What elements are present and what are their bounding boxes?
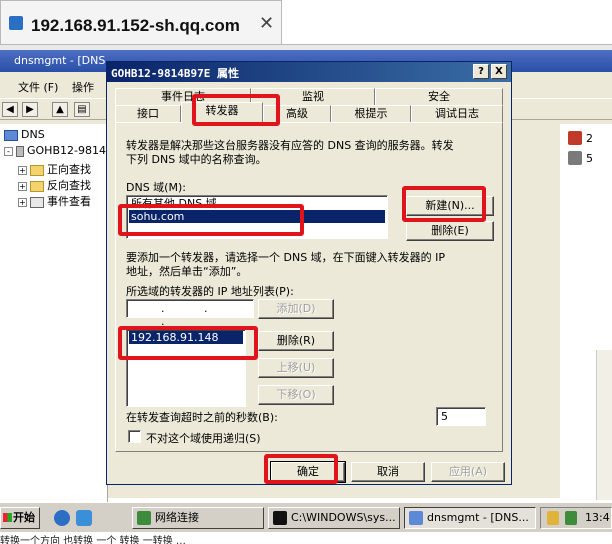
tab-interfaces[interactable]: 接口 xyxy=(115,105,181,123)
folder-icon xyxy=(30,164,44,176)
no-recursion-label: 不对这个域使用递归(S) xyxy=(146,432,261,445)
back-icon[interactable]: ◀ xyxy=(2,102,18,117)
add-forwarder-button[interactable]: 添加(D) xyxy=(258,299,334,319)
move-down-button[interactable]: 下移(O) xyxy=(258,385,334,405)
scrollbar[interactable] xyxy=(596,350,612,500)
network-icon xyxy=(137,511,151,525)
tab-root-hints[interactable]: 根提示 xyxy=(331,105,411,123)
tree-item-server[interactable]: - GOHB12-9814E xyxy=(4,144,113,157)
description-line-2: 下列 DNS 域中的名称查询。 xyxy=(126,153,267,166)
windows-logo-icon xyxy=(3,513,12,522)
dns-icon xyxy=(4,129,18,141)
cancel-button[interactable]: 取消 xyxy=(351,462,425,482)
tree-item-reverse-zones[interactable]: + 反向查找 xyxy=(18,177,91,193)
timeout-field[interactable]: 5 xyxy=(436,407,486,426)
remote-session-title: 192.168.91.152-sh.qq.com xyxy=(31,16,240,35)
tab-monitoring[interactable]: 监视 xyxy=(251,88,375,106)
hint-line-2: 地址，然后单击“添加”。 xyxy=(126,265,248,278)
console-tree: DNS - GOHB12-9814E + 正向查找 + 反向查找 + 事件查看 xyxy=(0,124,113,504)
details-item[interactable]: 2 xyxy=(560,128,612,150)
clock: 13:4 xyxy=(585,511,610,524)
quicklaunch-icon[interactable] xyxy=(76,510,92,526)
mmc-title: dnsmgmt - [DNS... xyxy=(14,54,116,67)
tab-forwarders[interactable]: 转发器 xyxy=(181,102,263,123)
menu-action[interactable]: 操作 xyxy=(72,79,94,95)
timeout-label: 在转发查询超时之前的秒数(B): xyxy=(126,411,278,424)
task-dnsmgmt[interactable]: dnsmgmt - [DNS... xyxy=(404,507,536,529)
start-button[interactable]: 开始 xyxy=(0,507,40,529)
ip-address-field[interactable]: . . . xyxy=(126,299,254,328)
task-command-prompt[interactable]: C:\WINDOWS\sys... xyxy=(268,507,400,529)
minimize-icon xyxy=(568,151,582,165)
list-item[interactable]: 192.168.91.148 xyxy=(129,331,243,344)
tab-security[interactable]: 安全 xyxy=(375,88,503,106)
taskbar: 开始 网络连接 C:\WINDOWS\sys... dnsmgmt - [DNS… xyxy=(0,502,612,532)
close-icon[interactable]: ✕ xyxy=(259,13,274,34)
tree-item-dns[interactable]: DNS xyxy=(4,128,45,141)
close-icon xyxy=(568,131,582,145)
dns-domain-label: DNS 域(M): xyxy=(126,181,186,194)
tab-advanced[interactable]: 高级 xyxy=(263,105,331,123)
task-network-connections[interactable]: 网络连接 xyxy=(132,507,264,529)
ok-button[interactable]: 确定 xyxy=(270,461,346,483)
tab-debug-logging[interactable]: 调试日志 xyxy=(411,105,503,123)
dns-domain-list[interactable]: 所有其他 DNS 域 sohu.com xyxy=(126,195,388,239)
forward-icon[interactable]: ▶ xyxy=(22,102,38,117)
new-domain-button[interactable]: 新建(N)... xyxy=(406,196,494,216)
show-tree-icon[interactable]: ▤ xyxy=(74,102,90,117)
tree-item-event-viewer[interactable]: + 事件查看 xyxy=(18,193,91,209)
move-up-button[interactable]: 上移(U) xyxy=(258,358,334,378)
remove-forwarder-button[interactable]: 删除(R) xyxy=(258,331,334,351)
details-item[interactable]: 5 xyxy=(560,148,612,170)
dialog-title: GOHB12-9814B97E 属性 xyxy=(111,67,239,80)
apply-button[interactable]: 应用(A) xyxy=(431,462,505,482)
tree-item-forward-zones[interactable]: + 正向查找 xyxy=(18,161,91,177)
network-tray-icon[interactable] xyxy=(565,511,577,525)
system-tray: 13:4 xyxy=(540,507,612,529)
close-button[interactable]: X xyxy=(491,64,507,79)
up-folder-icon[interactable]: ▲ xyxy=(52,102,68,117)
ip-list-label: 所选域的转发器的 IP 地址列表(P): xyxy=(126,285,294,298)
server-icon xyxy=(16,145,24,157)
ip-octet-separators: . . . xyxy=(161,302,226,328)
list-item[interactable]: 所有其他 DNS 域 xyxy=(129,197,219,210)
event-log-icon xyxy=(30,196,44,208)
forwarder-ip-list[interactable]: 192.168.91.148 xyxy=(126,329,246,407)
no-recursion-checkbox[interactable] xyxy=(128,430,141,443)
dns-icon xyxy=(409,511,423,525)
remote-session-tab[interactable]: 192.168.91.152-sh.qq.com ✕ xyxy=(0,0,282,44)
list-item[interactable]: sohu.com xyxy=(129,210,385,223)
ie-icon[interactable] xyxy=(54,510,70,526)
page-footer-text: 转换一个方向 也转换 一个 转换 一转换 … xyxy=(0,532,612,544)
dialog-titlebar: GOHB12-9814B97E 属性 ? X xyxy=(107,62,511,82)
forwarders-panel: 转发器是解决那些这台服务器没有应答的 DNS 查询的服务器。转发 下列 DNS … xyxy=(115,122,503,452)
console-icon xyxy=(273,511,287,525)
security-shield-icon[interactable] xyxy=(547,511,559,525)
help-button[interactable]: ? xyxy=(473,64,489,79)
properties-dialog: GOHB12-9814B97E 属性 ? X 事件日志 监视 安全 接口 转发器… xyxy=(106,61,512,485)
session-icon xyxy=(9,16,23,30)
menu-file[interactable]: 文件 (F) xyxy=(18,79,58,95)
folder-icon xyxy=(30,180,44,192)
remove-domain-button[interactable]: 删除(E) xyxy=(406,221,494,241)
